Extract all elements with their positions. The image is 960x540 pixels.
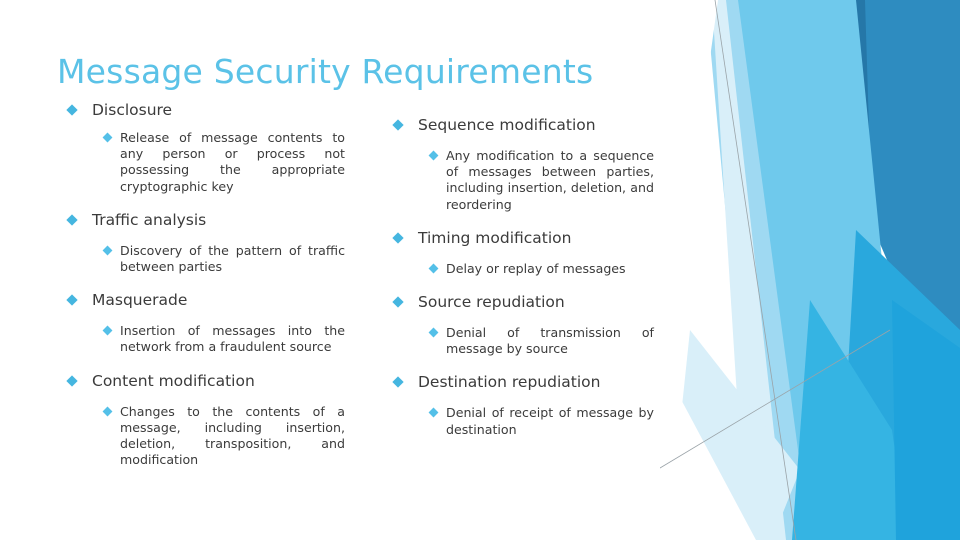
diamond-bullet-icon	[428, 327, 439, 338]
diamond-bullet-icon	[392, 376, 404, 389]
diamond-bullet-icon	[428, 263, 439, 274]
bullet-detail-timing-modification: Delay or replay of messages	[386, 261, 654, 277]
bullet-heading-destination-repudiation: Destination repudiation	[386, 372, 654, 392]
decor-shape-azure-bottom	[892, 300, 960, 540]
diamond-bullet-icon	[428, 407, 439, 418]
diamond-bullet-icon	[66, 104, 78, 116]
bullet-detail-destination-repudiation: Denial of receipt of message by destinat…	[386, 405, 654, 437]
decor-shape-pale-blue	[712, 0, 786, 540]
bullet-detail-label: Denial of transmission of message by sou…	[446, 325, 654, 357]
bullet-heading-timing-modification: Timing modification	[386, 228, 654, 248]
diamond-bullet-icon	[392, 232, 404, 244]
decor-shape-azure	[838, 230, 960, 540]
bullet-group-timing-modification: Timing modification Delay or replay of m…	[386, 228, 654, 277]
bullet-group-destination-repudiation: Destination repudiation Denial of receip…	[386, 372, 654, 437]
decor-hairline-steep	[714, 0, 797, 540]
diamond-bullet-icon	[392, 119, 404, 131]
bullet-heading-label: Content modification	[92, 371, 255, 390]
decor-shape-deep-blue	[826, 0, 960, 300]
decor-shape-light-blue	[706, 0, 810, 540]
bullet-detail-sequence-modification: Any modification to a sequence of messag…	[386, 148, 654, 213]
bullet-heading-content-modification: Content modification	[60, 371, 345, 391]
diamond-bullet-icon	[66, 374, 78, 387]
slide: Message Security Requirements Disclosure…	[0, 0, 960, 540]
bullet-heading-label: Sequence modification	[418, 116, 596, 134]
bullet-heading-masquerade: Masquerade	[60, 290, 345, 310]
diamond-bullet-icon	[102, 406, 113, 417]
bullet-group-sequence-modification: Sequence modification Any modification t…	[386, 115, 654, 213]
bullet-detail-masquerade: Insertion of messages into the network f…	[60, 323, 345, 355]
bullet-detail-label: Insertion of messages into the network f…	[120, 323, 345, 355]
bullet-detail-traffic-analysis: Discovery of the pattern of traffic betw…	[60, 243, 345, 275]
decor-shape-mid-blue	[792, 300, 908, 540]
diamond-bullet-icon	[66, 214, 78, 226]
diamond-bullet-icon	[102, 132, 113, 143]
diamond-bullet-icon	[428, 150, 439, 161]
bullet-group-disclosure: Disclosure Release of message contents t…	[60, 100, 345, 195]
bullet-detail-disclosure: Release of message contents to any perso…	[60, 130, 345, 195]
bullet-heading-source-repudiation: Source repudiation	[386, 292, 654, 312]
bullet-detail-label: Delay or replay of messages	[446, 260, 626, 276]
bullet-detail-label: Changes to the contents of a message, in…	[120, 403, 345, 468]
bullet-heading-label: Disclosure	[92, 101, 173, 119]
decor-hairline-shallow	[660, 329, 891, 469]
decor-shape-pale-lower	[668, 330, 800, 540]
bullet-heading-label: Masquerade	[92, 291, 188, 310]
facet-decoration	[660, 0, 960, 540]
decor-shape-sky-blue	[720, 0, 910, 540]
content-column-right: Sequence modification Any modification t…	[386, 115, 654, 438]
decor-white-mask-lower	[660, 360, 756, 540]
bullet-heading-label: Source repudiation	[418, 293, 565, 312]
bullet-heading-label: Destination repudiation	[418, 373, 601, 392]
bullet-detail-label: Denial of receipt of message by destinat…	[446, 405, 654, 437]
bullet-detail-label: Any modification to a sequence of messag…	[446, 148, 654, 212]
content-column-left: Disclosure Release of message contents t…	[60, 100, 345, 468]
bullet-heading-disclosure: Disclosure	[60, 100, 345, 120]
bullet-detail-label: Discovery of the pattern of traffic betw…	[120, 242, 345, 275]
bullet-heading-sequence-modification: Sequence modification	[386, 115, 654, 135]
diamond-bullet-icon	[66, 294, 78, 306]
bullet-heading-traffic-analysis: Traffic analysis	[60, 210, 345, 230]
bullet-heading-label: Traffic analysis	[92, 210, 207, 229]
diamond-bullet-icon	[102, 325, 113, 336]
bullet-group-traffic-analysis: Traffic analysis Discovery of the patter…	[60, 210, 345, 275]
bullet-group-source-repudiation: Source repudiation Denial of transmissio…	[386, 292, 654, 357]
bullet-heading-label: Timing modification	[418, 228, 572, 247]
decor-shape-steel-blue	[865, 0, 960, 430]
bullet-detail-source-repudiation: Denial of transmission of message by sou…	[386, 325, 654, 357]
bullet-detail-label: Release of message contents to any perso…	[120, 130, 345, 194]
bullet-group-content-modification: Content modification Changes to the cont…	[60, 371, 345, 469]
bullet-group-masquerade: Masquerade Insertion of messages into th…	[60, 290, 345, 355]
diamond-bullet-icon	[392, 296, 404, 308]
diamond-bullet-icon	[102, 245, 113, 256]
slide-title: Message Security Requirements	[57, 52, 594, 91]
bullet-detail-content-modification: Changes to the contents of a message, in…	[60, 404, 345, 469]
